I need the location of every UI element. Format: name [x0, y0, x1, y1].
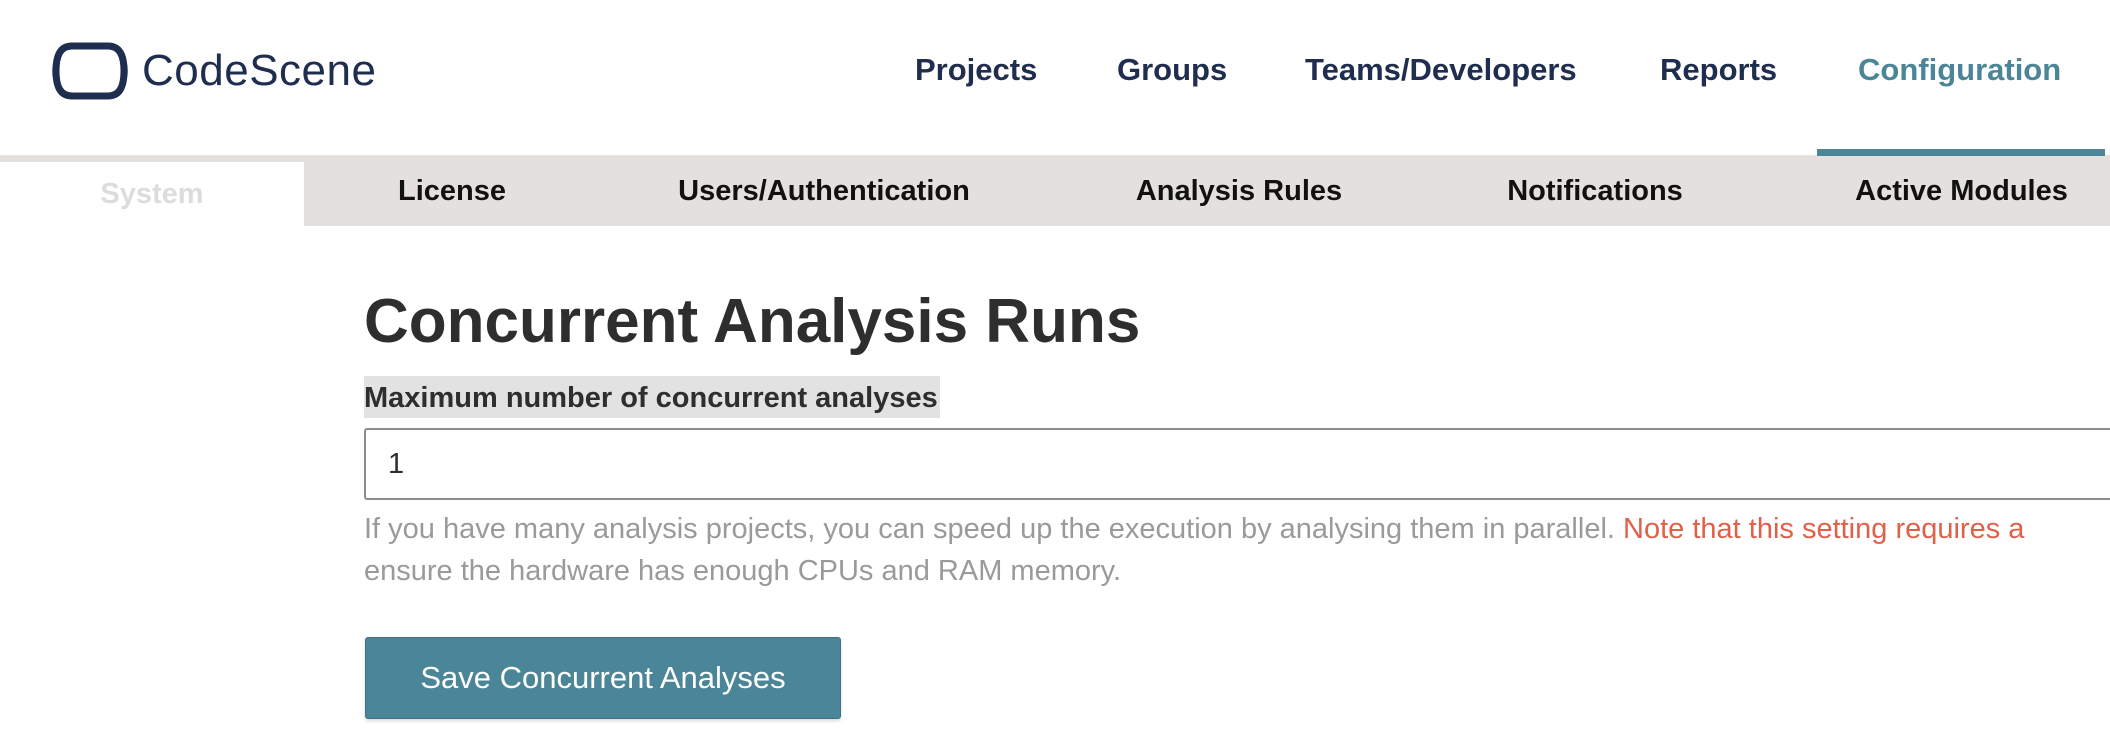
help-text-main: If you have many analysis projects, you …	[364, 513, 1615, 545]
tab-system[interactable]: System	[0, 162, 304, 226]
nav-reports[interactable]: Reports	[1660, 52, 1777, 88]
nav-projects[interactable]: Projects	[915, 52, 1037, 88]
tab-analysis-rules[interactable]: Analysis Rules	[1048, 156, 1430, 226]
tab-notifications[interactable]: Notifications	[1430, 156, 1760, 226]
page-title: Concurrent Analysis Runs	[364, 287, 1141, 356]
top-bar: CodeScene Projects Groups Teams/Develope…	[0, 0, 2110, 156]
tab-users-authentication[interactable]: Users/Authentication	[600, 156, 1048, 226]
brand-name: CodeScene	[142, 46, 377, 95]
help-text: If you have many analysis projects, you …	[364, 508, 2110, 592]
help-text-note: Note that this setting requires a	[1623, 513, 2025, 545]
tab-active-modules[interactable]: Active Modules	[1760, 156, 2110, 226]
help-text-line-2: ensure the hardware has enough CPUs and …	[364, 555, 1122, 587]
active-nav-underline	[1817, 149, 2105, 156]
tab-license[interactable]: License	[304, 156, 600, 226]
save-concurrent-analyses-button[interactable]: Save Concurrent Analyses	[365, 637, 841, 719]
sub-nav: System License Users/Authentication Anal…	[0, 156, 2110, 226]
nav-configuration[interactable]: Configuration	[1858, 52, 2061, 88]
help-text-line-1: If you have many analysis projects, you …	[364, 508, 2110, 550]
nav-teams-developers[interactable]: Teams/Developers	[1305, 52, 1577, 88]
max-concurrent-analyses-input[interactable]	[364, 428, 2110, 500]
field-label: Maximum number of concurrent analyses	[364, 376, 940, 418]
codescene-logo-icon	[50, 40, 130, 102]
concurrent-analysis-section: Concurrent Analysis Runs Maximum number …	[364, 226, 2110, 744]
nav-groups[interactable]: Groups	[1117, 52, 1227, 88]
brand-logo[interactable]: CodeScene	[50, 40, 376, 102]
